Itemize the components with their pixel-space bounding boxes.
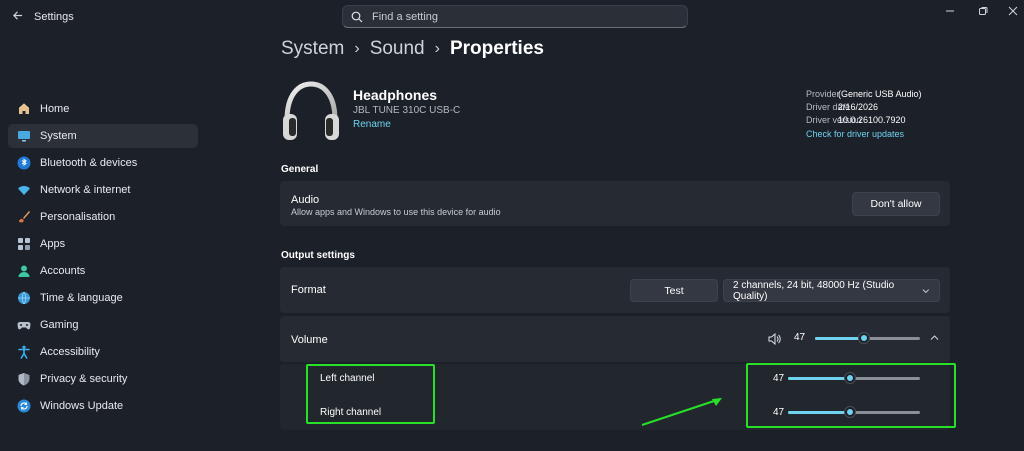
rename-link[interactable]: Rename — [353, 119, 391, 130]
sidebar-item-label: Privacy & security — [40, 373, 128, 385]
sidebar-item-home[interactable]: Home — [8, 97, 198, 121]
volume-label: Volume — [291, 334, 328, 346]
sidebar-item-label: Gaming — [40, 319, 79, 331]
volume-value: 47 — [794, 332, 806, 343]
globe-icon — [17, 291, 31, 305]
annotation-box-channel-sliders — [746, 363, 956, 428]
breadcrumb: System › Sound › Properties — [281, 38, 544, 60]
shield-icon — [17, 372, 31, 386]
sidebar-item-privacy-security[interactable]: Privacy & security — [8, 367, 198, 391]
sidebar-item-apps[interactable]: Apps — [8, 232, 198, 256]
volume-slider[interactable] — [815, 332, 920, 344]
sidebar-item-accounts[interactable]: Accounts — [8, 259, 198, 283]
annotation-box-channel-labels — [306, 364, 435, 424]
sidebar-item-label: Home — [40, 103, 70, 115]
close-icon — [1008, 6, 1018, 16]
annotation-arrow-icon — [641, 398, 722, 426]
sidebar-item-gaming[interactable]: Gaming — [8, 313, 198, 337]
back-button[interactable] — [8, 8, 26, 26]
format-card: Format Test 2 channels, 24 bit, 48000 Hz… — [280, 267, 950, 313]
gamepad-icon — [17, 318, 31, 332]
volume-card: Volume 47 — [280, 316, 950, 362]
brush-icon — [17, 210, 31, 224]
sidebar-item-label: Accessibility — [40, 346, 100, 358]
speaker-icon[interactable] — [768, 333, 781, 345]
wifi-icon — [17, 183, 31, 197]
minimize-icon — [946, 10, 954, 12]
update-icon — [17, 399, 31, 413]
search-box[interactable] — [342, 5, 688, 28]
audio-card: Audio Allow apps and Windows to use this… — [280, 181, 950, 226]
sidebar-item-accessibility[interactable]: Accessibility — [8, 340, 198, 364]
check-driver-updates-link[interactable]: Check for driver updates — [806, 129, 904, 139]
device-name: Headphones — [353, 87, 438, 103]
sidebar-item-personalisation[interactable]: Personalisation — [8, 205, 198, 229]
sidebar-item-label: System — [40, 130, 77, 142]
sidebar-item-network[interactable]: Network & internet — [8, 178, 198, 202]
sidebar-item-system[interactable]: System — [8, 124, 198, 148]
system-icon — [17, 129, 31, 143]
format-select-value: 2 channels, 24 bit, 48000 Hz (Studio Qua… — [733, 279, 895, 302]
search-icon — [351, 11, 363, 22]
audio-title: Audio — [291, 194, 320, 206]
driver-version-value: 10.0.26100.7920 — [838, 115, 906, 125]
chevron-up-icon[interactable] — [930, 334, 939, 341]
dont-allow-button[interactable]: Don't allow — [852, 192, 940, 216]
format-label: Format — [291, 284, 326, 296]
volume-slider-fill — [815, 337, 864, 340]
sidebar-item-label: Personalisation — [40, 211, 116, 223]
minimize-button[interactable] — [940, 4, 960, 18]
audio-description: Allow apps and Windows to use this devic… — [291, 207, 501, 217]
sidebar-item-label: Network & internet — [40, 184, 131, 196]
sidebar-item-label: Time & language — [40, 292, 123, 304]
provider-value: (Generic USB Audio) — [838, 89, 922, 99]
breadcrumb-system[interactable]: System — [281, 38, 344, 60]
back-arrow-icon — [12, 11, 22, 20]
close-button[interactable] — [1003, 4, 1023, 18]
search-input[interactable] — [372, 10, 672, 23]
output-section-title: Output settings — [281, 250, 355, 261]
restore-icon — [979, 7, 988, 15]
home-icon — [17, 102, 31, 116]
chevron-right-icon: › — [354, 40, 360, 57]
chevron-down-icon — [922, 288, 930, 293]
driver-date-value: 2/16/2026 — [838, 102, 879, 112]
format-select[interactable]: 2 channels, 24 bit, 48000 Hz (Studio Qua… — [723, 279, 940, 302]
sidebar-item-label: Windows Update — [40, 400, 124, 412]
app-title: Settings — [34, 11, 74, 23]
general-section-title: General — [281, 164, 319, 175]
bluetooth-icon — [17, 156, 31, 170]
sidebar-item-bluetooth[interactable]: Bluetooth & devices — [8, 151, 198, 175]
test-button[interactable]: Test — [630, 279, 718, 302]
breadcrumb-sound[interactable]: Sound — [370, 38, 425, 60]
sidebar-item-windows-update[interactable]: Windows Update — [8, 394, 198, 418]
person-icon — [17, 264, 31, 278]
page-title: Properties — [449, 38, 544, 59]
device-model: JBL TUNE 310C USB-C — [353, 105, 461, 116]
sidebar-item-label: Apps — [40, 238, 66, 250]
provider-label: Provider — [806, 89, 840, 99]
headphones-icon — [281, 80, 341, 144]
sidebar-item-time-language[interactable]: Time & language — [8, 286, 198, 310]
sidebar-item-label: Accounts — [40, 265, 86, 277]
sidebar-item-label: Bluetooth & devices — [40, 157, 138, 169]
apps-icon — [17, 237, 31, 251]
accessibility-icon — [17, 345, 31, 359]
maximize-button[interactable] — [973, 4, 993, 18]
volume-slider-thumb[interactable] — [858, 332, 870, 344]
chevron-right-icon: › — [434, 40, 440, 57]
